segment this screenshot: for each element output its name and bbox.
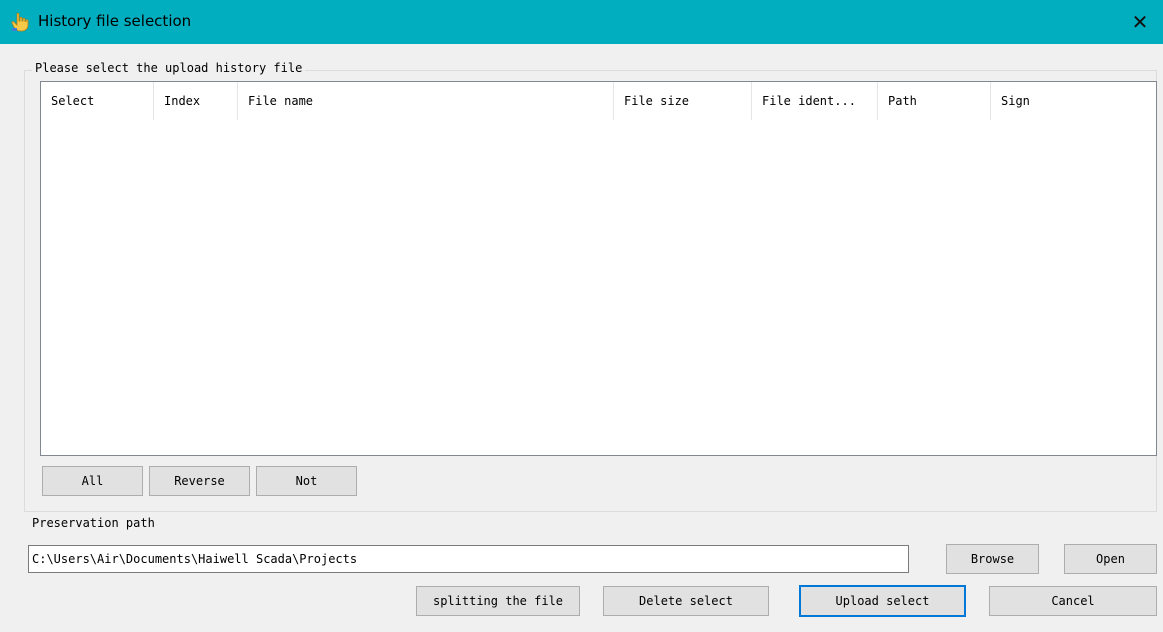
preservation-path-label: Preservation path: [32, 516, 155, 530]
delete-select-button[interactable]: Delete select: [603, 586, 769, 616]
column-header-index[interactable]: Index: [154, 82, 238, 120]
browse-button[interactable]: Browse: [946, 544, 1039, 574]
preservation-path-input[interactable]: C:\Users\Air\Documents\Haiwell Scada\Pro…: [28, 545, 909, 573]
list-header: Select Index File name File size File id…: [41, 82, 1156, 120]
cancel-button[interactable]: Cancel: [989, 586, 1157, 616]
column-header-file-ident[interactable]: File ident...: [752, 82, 878, 120]
history-file-list[interactable]: Select Index File name File size File id…: [40, 81, 1157, 456]
open-button[interactable]: Open: [1064, 544, 1157, 574]
select-none-button[interactable]: Not: [256, 466, 357, 496]
column-header-file-size[interactable]: File size: [614, 82, 752, 120]
column-header-file-name[interactable]: File name: [238, 82, 614, 120]
column-header-sign[interactable]: Sign: [991, 82, 1156, 120]
hand-pointer-icon: [11, 12, 29, 32]
title-bar: History file selection ✕: [0, 0, 1163, 44]
close-icon: ✕: [1131, 10, 1149, 34]
split-file-button[interactable]: splitting the file: [416, 586, 580, 616]
groupbox-legend: Please select the upload history file: [32, 61, 306, 75]
column-header-select[interactable]: Select: [41, 82, 154, 120]
select-all-button[interactable]: All: [42, 466, 143, 496]
close-button[interactable]: ✕: [1117, 0, 1163, 44]
reverse-select-button[interactable]: Reverse: [149, 466, 250, 496]
upload-select-button[interactable]: Upload select: [799, 585, 966, 617]
column-header-path[interactable]: Path: [878, 82, 991, 120]
window-title: History file selection: [38, 12, 192, 30]
